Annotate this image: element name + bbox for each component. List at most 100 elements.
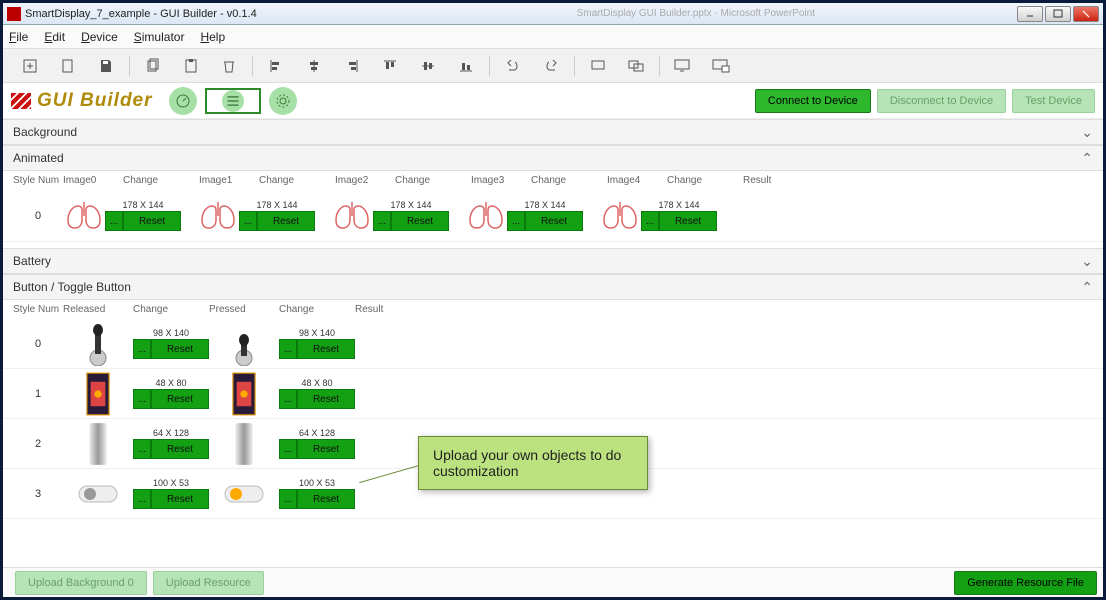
new-icon[interactable]	[19, 55, 41, 77]
app-header: GUI Builder Connect to Device Disconnect…	[3, 83, 1103, 119]
browse-button[interactable]: ...	[641, 211, 659, 231]
browse-button[interactable]: ...	[133, 389, 151, 409]
reset-button[interactable]: Reset	[391, 211, 449, 231]
section-background[interactable]: Background ⌄	[3, 119, 1103, 145]
reset-button[interactable]: Reset	[297, 339, 355, 359]
metal-released-icon	[83, 422, 113, 466]
reset-button[interactable]: Reset	[151, 439, 209, 459]
stylenum: 0	[13, 210, 63, 222]
disconnect-button[interactable]: Disconnect to Device	[877, 89, 1006, 113]
menu-help[interactable]: Help	[200, 30, 225, 44]
menu-edit[interactable]: Edit	[44, 30, 65, 44]
footer: Upload Background 0 Upload Resource Gene…	[3, 567, 1103, 597]
monitor2-icon[interactable]	[710, 55, 732, 77]
callout-annotation: Upload your own objects to do customizat…	[418, 436, 648, 490]
browse-button[interactable]: ...	[133, 339, 151, 359]
minimize-button[interactable]	[1017, 6, 1043, 22]
save-icon[interactable]	[95, 55, 117, 77]
section-button[interactable]: Button / Toggle Button ⌃	[3, 274, 1103, 300]
section-button-title: Button / Toggle Button	[13, 280, 131, 294]
mode-settings-button[interactable]	[269, 87, 297, 115]
browse-button[interactable]: ...	[279, 439, 297, 459]
app-icon	[7, 7, 21, 21]
lungs-icon	[197, 198, 239, 234]
mode-list-button[interactable]	[205, 88, 261, 114]
generate-resource-button[interactable]: Generate Resource File	[954, 571, 1097, 595]
reset-button[interactable]: Reset	[297, 439, 355, 459]
menu-file[interactable]: File	[9, 30, 28, 44]
browse-button[interactable]: ...	[373, 211, 391, 231]
chevron-down-icon: ⌄	[1081, 124, 1093, 141]
chevron-down-icon: ⌄	[1081, 253, 1093, 270]
reset-button[interactable]: Reset	[525, 211, 583, 231]
copy-icon[interactable]	[142, 55, 164, 77]
panel-pressed-icon	[229, 372, 259, 416]
browse-button[interactable]: ...	[279, 489, 297, 509]
chevron-up-icon: ⌃	[1081, 279, 1093, 296]
screen1-icon[interactable]	[587, 55, 609, 77]
window-title: SmartDisplay_7_example - GUI Builder - v…	[25, 8, 257, 20]
toolbar	[3, 49, 1103, 83]
joystick-pressed-icon	[229, 322, 259, 366]
chevron-up-icon: ⌃	[1081, 150, 1093, 167]
align-left-icon[interactable]	[265, 55, 287, 77]
lungs-icon	[331, 198, 373, 234]
switch-off-icon	[78, 482, 118, 506]
reset-button[interactable]: Reset	[151, 489, 209, 509]
browse-button[interactable]: ...	[507, 211, 525, 231]
animated-cols: Style Num Image0 Change Image1 Change Im…	[3, 171, 1103, 190]
browse-button[interactable]: ...	[279, 389, 297, 409]
reset-button[interactable]: Reset	[151, 339, 209, 359]
menu-device[interactable]: Device	[81, 30, 118, 44]
maximize-button[interactable]	[1045, 6, 1071, 22]
open-icon[interactable]	[57, 55, 79, 77]
monitor1-icon[interactable]	[672, 55, 694, 77]
browse-button[interactable]: ...	[279, 339, 297, 359]
animated-row-0: 0 178 X 144...Reset 178 X 144...Reset 17…	[3, 190, 1103, 242]
background-title: SmartDisplay GUI Builder.pptx - Microsof…	[577, 8, 815, 19]
panel-released-icon	[83, 372, 113, 416]
lungs-icon	[599, 198, 641, 234]
browse-button[interactable]: ...	[133, 439, 151, 459]
connect-button[interactable]: Connect to Device	[755, 89, 871, 113]
reset-button[interactable]: Reset	[297, 489, 355, 509]
align-center-icon[interactable]	[303, 55, 325, 77]
titlebar: SmartDisplay_7_example - GUI Builder - v…	[3, 3, 1103, 25]
reset-button[interactable]: Reset	[123, 211, 181, 231]
reset-button[interactable]: Reset	[297, 389, 355, 409]
test-button[interactable]: Test Device	[1012, 89, 1095, 113]
section-battery-title: Battery	[13, 254, 51, 268]
button-row-1: 1 48 X 80...Reset 48 X 80...Reset	[3, 369, 1103, 419]
mode-dashboard-button[interactable]	[169, 87, 197, 115]
align-middle-icon[interactable]	[417, 55, 439, 77]
align-top-icon[interactable]	[379, 55, 401, 77]
reset-button[interactable]: Reset	[659, 211, 717, 231]
close-button[interactable]	[1073, 6, 1099, 22]
section-animated-title: Animated	[13, 151, 64, 165]
content-area: Background ⌄ Animated ⌃ Style Num Image0…	[3, 119, 1103, 567]
upload-background-button[interactable]: Upload Background 0	[15, 571, 147, 595]
browse-button[interactable]: ...	[239, 211, 257, 231]
section-background-title: Background	[13, 125, 77, 139]
button-row-0: 0 98 X 140...Reset 98 X 140...Reset	[3, 319, 1103, 369]
section-battery[interactable]: Battery ⌄	[3, 248, 1103, 274]
button-cols: Style Num Released Change Pressed Change…	[3, 300, 1103, 319]
redo-icon[interactable]	[540, 55, 562, 77]
reset-button[interactable]: Reset	[151, 389, 209, 409]
reset-button[interactable]: Reset	[257, 211, 315, 231]
delete-icon[interactable]	[218, 55, 240, 77]
browse-button[interactable]: ...	[133, 489, 151, 509]
menu-simulator[interactable]: Simulator	[134, 30, 185, 44]
align-right-icon[interactable]	[341, 55, 363, 77]
align-bottom-icon[interactable]	[455, 55, 477, 77]
lungs-icon	[465, 198, 507, 234]
joystick-released-icon	[83, 322, 113, 366]
switch-on-icon	[224, 482, 264, 506]
section-animated[interactable]: Animated ⌃	[3, 145, 1103, 171]
lungs-icon	[63, 198, 105, 234]
paste-icon[interactable]	[180, 55, 202, 77]
screen2-icon[interactable]	[625, 55, 647, 77]
browse-button[interactable]: ...	[105, 211, 123, 231]
undo-icon[interactable]	[502, 55, 524, 77]
upload-resource-button[interactable]: Upload Resource	[153, 571, 264, 595]
